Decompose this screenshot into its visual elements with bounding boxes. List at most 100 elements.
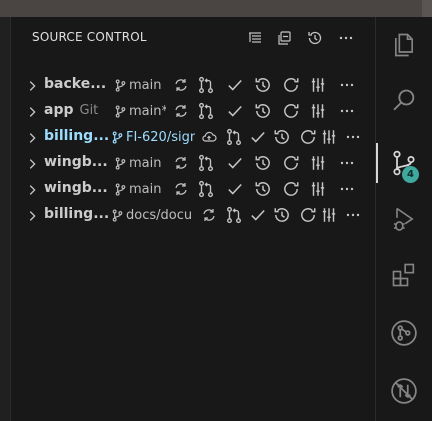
collapse-all-icon[interactable] bbox=[274, 28, 294, 48]
refresh-icon[interactable] bbox=[282, 76, 300, 94]
refresh-icon[interactable] bbox=[299, 128, 317, 146]
commit-check-icon[interactable] bbox=[226, 154, 244, 172]
repository-name-text: billing... bbox=[44, 206, 110, 222]
pull-request-icon[interactable] bbox=[225, 128, 243, 146]
publish-branch-icon[interactable] bbox=[200, 128, 218, 146]
branch-icon bbox=[111, 209, 124, 222]
panel-header: SOURCE CONTROL bbox=[11, 17, 375, 57]
branch-icon bbox=[114, 183, 127, 196]
repository-name: wingb... bbox=[44, 180, 108, 196]
repository-row[interactable]: backe... main bbox=[11, 73, 375, 99]
more-actions-icon[interactable] bbox=[336, 28, 356, 48]
stash-icon[interactable] bbox=[309, 154, 327, 172]
branch-name: main bbox=[129, 156, 162, 171]
branch-indicator[interactable]: main bbox=[114, 156, 161, 171]
chevron-right-icon[interactable] bbox=[25, 208, 39, 222]
repository-name-text: app bbox=[44, 102, 74, 118]
refresh-icon[interactable] bbox=[282, 154, 300, 172]
commit-check-icon[interactable] bbox=[249, 128, 267, 146]
branch-indicator[interactable]: main* bbox=[114, 104, 166, 119]
search-icon[interactable] bbox=[376, 73, 432, 129]
history-icon[interactable] bbox=[273, 206, 291, 224]
sync-changes-icon[interactable] bbox=[200, 206, 218, 224]
branch-indicator[interactable]: main bbox=[114, 78, 161, 93]
pull-request-icon[interactable] bbox=[197, 154, 215, 172]
panel-title: SOURCE CONTROL bbox=[32, 30, 147, 44]
source-control-badge: 4 bbox=[402, 166, 419, 183]
branch-name: FI-620/sign bbox=[126, 130, 195, 145]
view-as-tree-icon[interactable] bbox=[245, 28, 265, 48]
history-icon[interactable] bbox=[254, 102, 272, 120]
branch-icon bbox=[114, 157, 127, 170]
chevron-right-icon[interactable] bbox=[25, 78, 39, 92]
sync-changes-icon[interactable] bbox=[172, 154, 190, 172]
branch-name: main* bbox=[129, 104, 166, 119]
sync-changes-icon[interactable] bbox=[172, 180, 190, 198]
more-actions-icon[interactable] bbox=[344, 128, 362, 146]
pull-request-icon[interactable] bbox=[197, 180, 215, 198]
chevron-right-icon[interactable] bbox=[25, 182, 39, 196]
history-icon[interactable] bbox=[273, 128, 291, 146]
history-icon[interactable] bbox=[305, 28, 325, 48]
more-actions-icon[interactable] bbox=[338, 102, 356, 120]
chevron-right-icon[interactable] bbox=[25, 156, 39, 170]
repository-row[interactable]: app Git main* bbox=[11, 99, 375, 125]
branch-name: docs/docu bbox=[126, 208, 193, 223]
repository-name: wingb... bbox=[44, 154, 108, 170]
more-actions-icon[interactable] bbox=[338, 154, 356, 172]
pull-request-icon[interactable] bbox=[225, 206, 243, 224]
branch-indicator[interactable]: main bbox=[114, 182, 161, 197]
pull-request-icon[interactable] bbox=[197, 102, 215, 120]
branch-icon bbox=[114, 79, 127, 92]
history-icon[interactable] bbox=[254, 154, 272, 172]
branch-name: main bbox=[129, 78, 162, 93]
title-bar-corner bbox=[422, 0, 432, 17]
refresh-icon[interactable] bbox=[282, 102, 300, 120]
chevron-right-icon[interactable] bbox=[25, 130, 39, 144]
sync-changes-icon[interactable] bbox=[172, 76, 190, 94]
repository-name-text: wingb... bbox=[44, 154, 108, 170]
run-debug-icon[interactable] bbox=[376, 191, 432, 247]
repository-name-text: billing... bbox=[44, 128, 110, 144]
more-actions-icon[interactable] bbox=[344, 206, 362, 224]
no-sync-icon[interactable] bbox=[376, 363, 432, 419]
source-control-icon[interactable]: 4 bbox=[376, 135, 432, 191]
repository-name-text: backe... bbox=[44, 76, 107, 92]
branch-indicator[interactable]: docs/docu bbox=[111, 208, 192, 223]
stash-icon[interactable] bbox=[320, 206, 338, 224]
chevron-right-icon[interactable] bbox=[25, 104, 39, 118]
history-icon[interactable] bbox=[254, 180, 272, 198]
title-bar-strip bbox=[0, 0, 432, 17]
stash-icon[interactable] bbox=[309, 180, 327, 198]
commit-check-icon[interactable] bbox=[226, 102, 244, 120]
repository-row[interactable]: wingb... main bbox=[11, 177, 375, 203]
stash-icon[interactable] bbox=[309, 76, 327, 94]
branch-icon bbox=[114, 105, 127, 118]
repository-name: backe... bbox=[44, 76, 106, 92]
source-control-panel: SOURCE CONTROL backe... main app Git main* bi… bbox=[11, 17, 375, 421]
branch-indicator[interactable]: FI-620/sign bbox=[111, 130, 195, 145]
extensions-icon[interactable] bbox=[376, 247, 432, 303]
commit-check-icon[interactable] bbox=[249, 206, 267, 224]
repository-name: billing... bbox=[44, 128, 109, 144]
branch-name: main bbox=[129, 182, 162, 197]
stash-icon[interactable] bbox=[320, 128, 338, 146]
sync-changes-icon[interactable] bbox=[172, 102, 190, 120]
more-actions-icon[interactable] bbox=[338, 76, 356, 94]
editor-edge bbox=[0, 17, 11, 421]
refresh-icon[interactable] bbox=[282, 180, 300, 198]
repository-row[interactable]: billing... docs/docu bbox=[11, 203, 375, 229]
repository-name: app Git bbox=[44, 102, 98, 118]
commit-check-icon[interactable] bbox=[226, 180, 244, 198]
stash-icon[interactable] bbox=[309, 102, 327, 120]
pull-request-icon[interactable] bbox=[197, 76, 215, 94]
remote-icon[interactable] bbox=[376, 305, 432, 361]
history-icon[interactable] bbox=[254, 76, 272, 94]
more-actions-icon[interactable] bbox=[338, 180, 356, 198]
branch-icon bbox=[111, 131, 124, 144]
commit-check-icon[interactable] bbox=[226, 76, 244, 94]
repository-row[interactable]: wingb... main bbox=[11, 151, 375, 177]
explorer-icon[interactable] bbox=[376, 17, 432, 73]
repository-row[interactable]: billing... FI-620/sign bbox=[11, 125, 375, 151]
refresh-icon[interactable] bbox=[299, 206, 317, 224]
